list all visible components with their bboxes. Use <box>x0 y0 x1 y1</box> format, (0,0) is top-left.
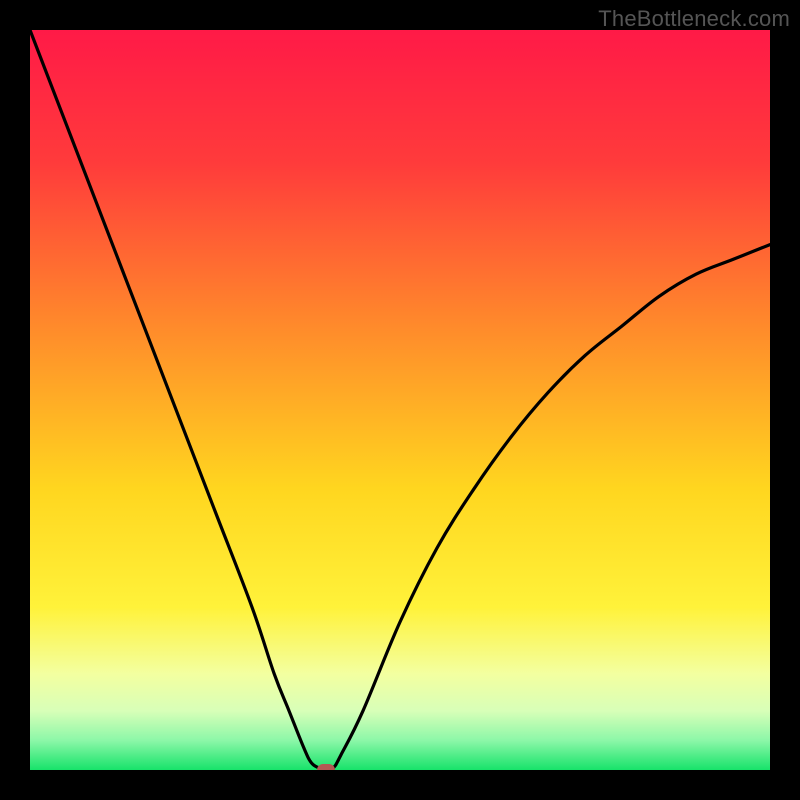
watermark-text: TheBottleneck.com <box>598 6 790 32</box>
plot-area <box>30 30 770 770</box>
bottleneck-curve <box>30 30 770 770</box>
optimum-marker <box>317 764 335 770</box>
chart-frame: TheBottleneck.com <box>0 0 800 800</box>
